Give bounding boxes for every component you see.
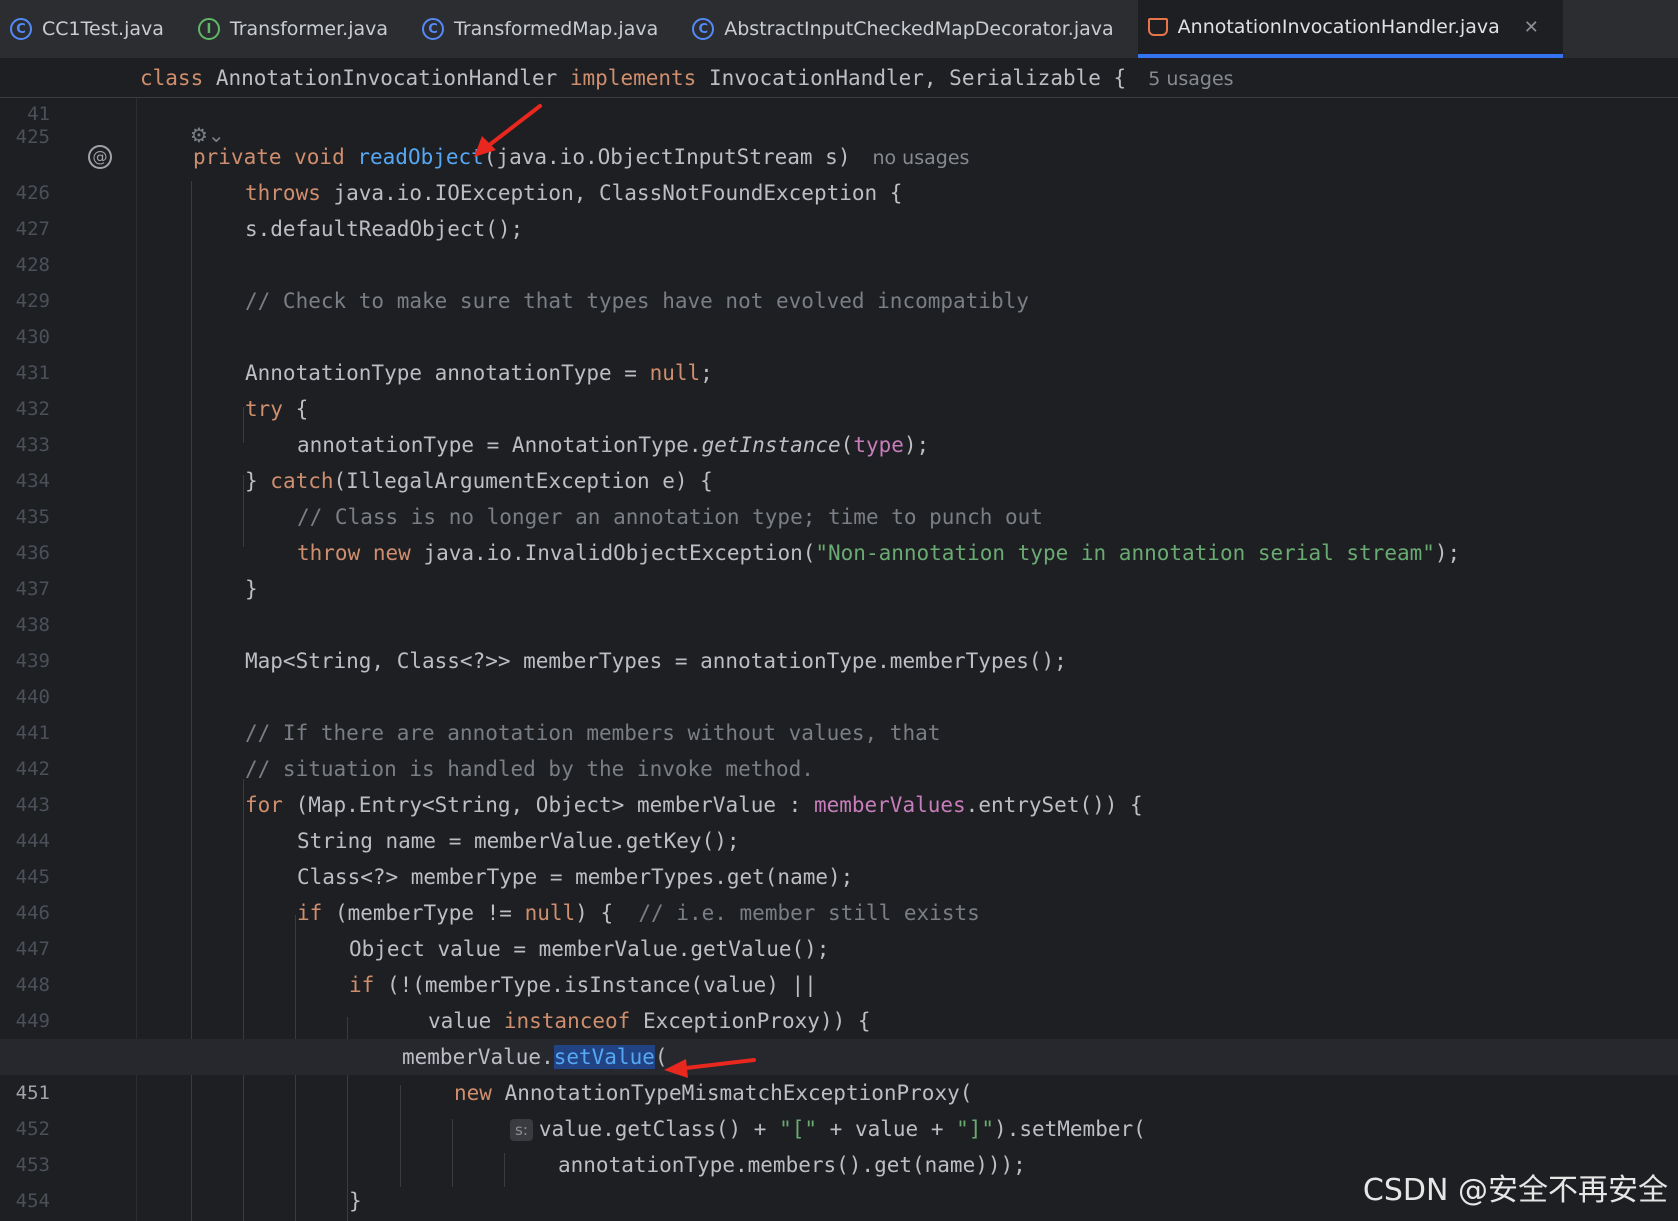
arrow-to-setvalue	[664, 1058, 756, 1078]
arrow-to-readobject	[474, 104, 542, 157]
annotation-arrows	[474, 104, 756, 1078]
